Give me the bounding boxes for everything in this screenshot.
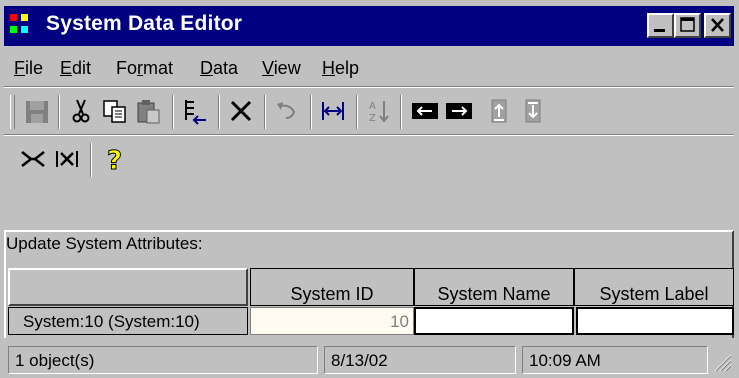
close-button[interactable] — [704, 13, 731, 38]
system-id-cell[interactable]: 10 — [250, 307, 414, 335]
toolbar-separator — [172, 95, 174, 129]
column-header-system-name[interactable]: System Name — [414, 268, 574, 306]
paste-icon — [137, 100, 160, 124]
move-left-button[interactable] — [410, 96, 440, 126]
status-bar: 1 object(s) 8/13/02 10:09 AM — [4, 344, 734, 374]
row-header[interactable]: System:10 (System:10) — [8, 307, 248, 335]
help-icon: ? — [107, 146, 123, 175]
menu-format[interactable]: Format — [116, 58, 173, 79]
fit-width-icon — [322, 102, 344, 120]
collapse-button[interactable] — [18, 144, 48, 174]
copy-button[interactable] — [100, 96, 130, 126]
sort-icon: A Z — [369, 101, 389, 124]
minimize-icon — [654, 29, 665, 32]
menu-view[interactable]: View — [262, 58, 301, 79]
minimize-button[interactable] — [647, 13, 674, 38]
resize-grip-icon[interactable] — [710, 350, 732, 372]
panel-label: Update System Attributes: — [6, 234, 203, 253]
secondary-toolbar: ? — [4, 138, 734, 182]
maximize-button[interactable] — [674, 13, 701, 38]
toolbar-separator — [310, 95, 312, 129]
svg-text:Z: Z — [369, 113, 376, 124]
menu-separator — [4, 86, 734, 88]
main-toolbar: A Z — [4, 90, 734, 134]
copy-icon — [103, 100, 126, 123]
collapse-icon — [21, 151, 45, 167]
window-title: System Data Editor — [46, 12, 243, 35]
system-name-cell[interactable] — [414, 307, 574, 335]
move-right-button[interactable] — [444, 96, 474, 126]
move-down-icon — [525, 99, 541, 123]
maximize-icon — [680, 17, 695, 32]
status-object-count: 1 object(s) — [8, 346, 318, 374]
toolbar-separator — [264, 95, 266, 129]
help-button[interactable]: ? — [100, 144, 130, 175]
column-header-system-id[interactable]: System ID — [250, 268, 414, 306]
toolbar-separator — [218, 95, 220, 129]
move-down-button[interactable] — [518, 96, 548, 126]
toolbar-grip[interactable] — [10, 95, 15, 129]
menu-bar: File Edit Format Data View Help — [4, 50, 734, 84]
delete-icon — [230, 100, 252, 122]
insert-column-button[interactable] — [180, 96, 210, 126]
cut-button[interactable] — [66, 96, 96, 126]
menu-file[interactable]: File — [14, 58, 43, 79]
expand-icon — [56, 151, 78, 167]
undo-icon — [277, 102, 296, 119]
toolbar-separator-line — [4, 134, 734, 136]
move-up-icon — [491, 99, 507, 123]
status-date: 8/13/02 — [324, 346, 516, 374]
app-icon[interactable] — [10, 14, 36, 38]
expand-button[interactable] — [52, 144, 82, 174]
menu-data[interactable]: Data — [200, 58, 238, 79]
grid-corner-header[interactable] — [8, 268, 248, 306]
svg-text:A: A — [369, 101, 376, 112]
insert-column-icon — [185, 100, 206, 125]
close-icon — [711, 18, 724, 32]
toolbar-separator — [58, 95, 60, 129]
delete-button[interactable] — [226, 96, 256, 126]
move-left-icon — [412, 103, 438, 119]
menu-edit[interactable]: Edit — [60, 58, 91, 79]
undo-button[interactable] — [272, 96, 302, 126]
fit-width-button[interactable] — [318, 96, 348, 126]
cut-icon — [72, 99, 90, 123]
save-button[interactable] — [22, 96, 52, 126]
move-right-icon — [446, 103, 472, 119]
sort-button[interactable]: A Z — [364, 96, 394, 126]
save-icon — [26, 101, 48, 123]
svg-text:?: ? — [107, 146, 122, 174]
column-header-system-label[interactable]: System Label — [574, 268, 734, 306]
application-window: System Data Editor File Edit Format Data… — [0, 0, 739, 378]
move-up-button[interactable] — [484, 96, 514, 126]
status-time: 10:09 AM — [522, 346, 708, 374]
title-bar[interactable]: System Data Editor — [4, 6, 734, 46]
system-label-cell[interactable] — [576, 307, 734, 335]
toolbar-separator — [90, 143, 92, 177]
toolbar-separator — [400, 95, 402, 129]
toolbar-separator — [356, 95, 358, 129]
paste-button[interactable] — [134, 96, 164, 126]
menu-help[interactable]: Help — [322, 58, 359, 79]
